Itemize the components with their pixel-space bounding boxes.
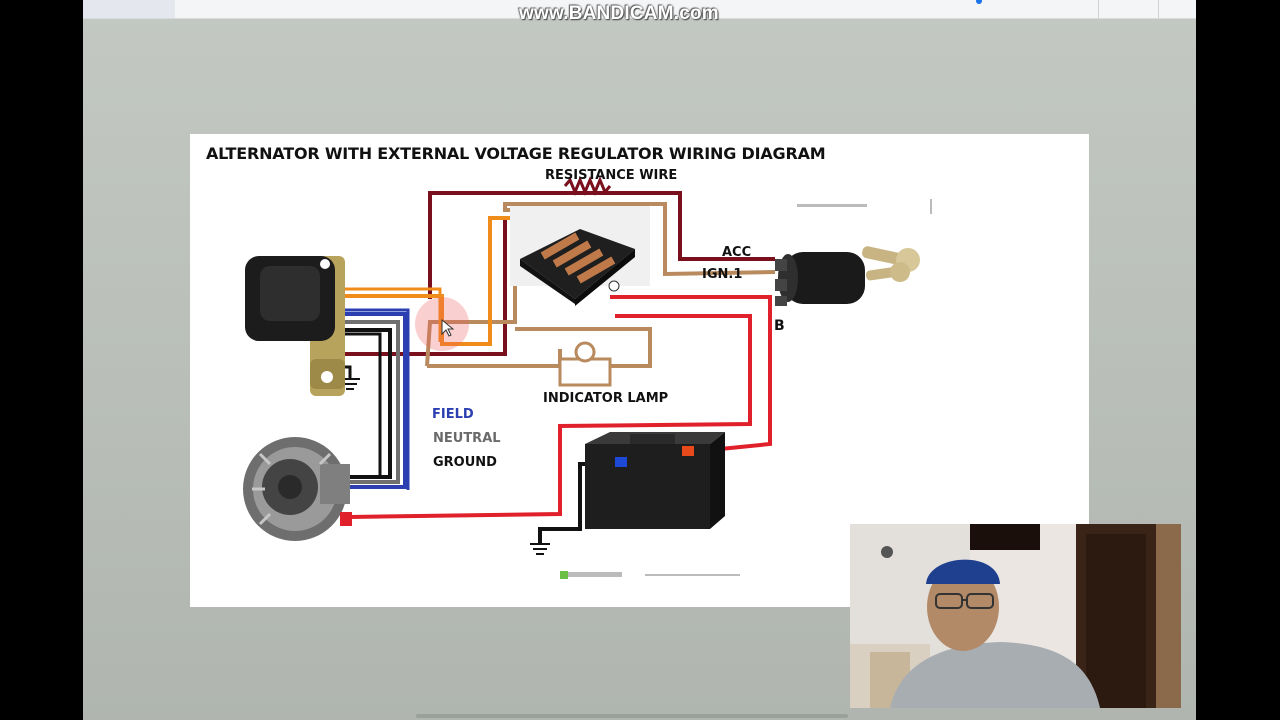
diagram-title: ALTERNATOR WITH EXTERNAL VOLTAGE REGULAT…: [206, 144, 826, 163]
webcam-overlay: [850, 524, 1181, 708]
ground-symbol: [530, 543, 550, 555]
acc-label: ACC: [722, 245, 752, 260]
resistance-wire-label: RESISTANCE WIRE: [545, 168, 678, 183]
toolbar-separator: [1098, 0, 1099, 18]
field-wire: [335, 312, 407, 489]
toolbar-separator: [1158, 0, 1159, 18]
fuse-box: [510, 206, 650, 306]
browser-tab[interactable]: [83, 0, 175, 18]
indicator-lamp: [558, 341, 612, 387]
keys-icon: [862, 246, 920, 282]
neutral-label: NEUTRAL: [433, 431, 501, 446]
battery-red-wire: [610, 295, 772, 454]
ground-label: GROUND: [433, 455, 497, 470]
b-terminal-label: B: [774, 318, 785, 334]
ignition-switch: [775, 252, 865, 306]
voltage-regulator: [245, 256, 345, 396]
lamp-wire-2: [427, 349, 562, 368]
indicator-lamp-label: INDICATOR LAMP: [543, 391, 669, 406]
alternator: [243, 437, 352, 541]
battery: [585, 432, 725, 529]
ign1-label: IGN.1: [702, 267, 743, 282]
video-scrollbar[interactable]: [416, 714, 848, 718]
bandicam-watermark: www.BANDICAM.com: [519, 3, 719, 24]
field-label: FIELD: [432, 407, 474, 422]
notification-dot: [976, 0, 982, 4]
